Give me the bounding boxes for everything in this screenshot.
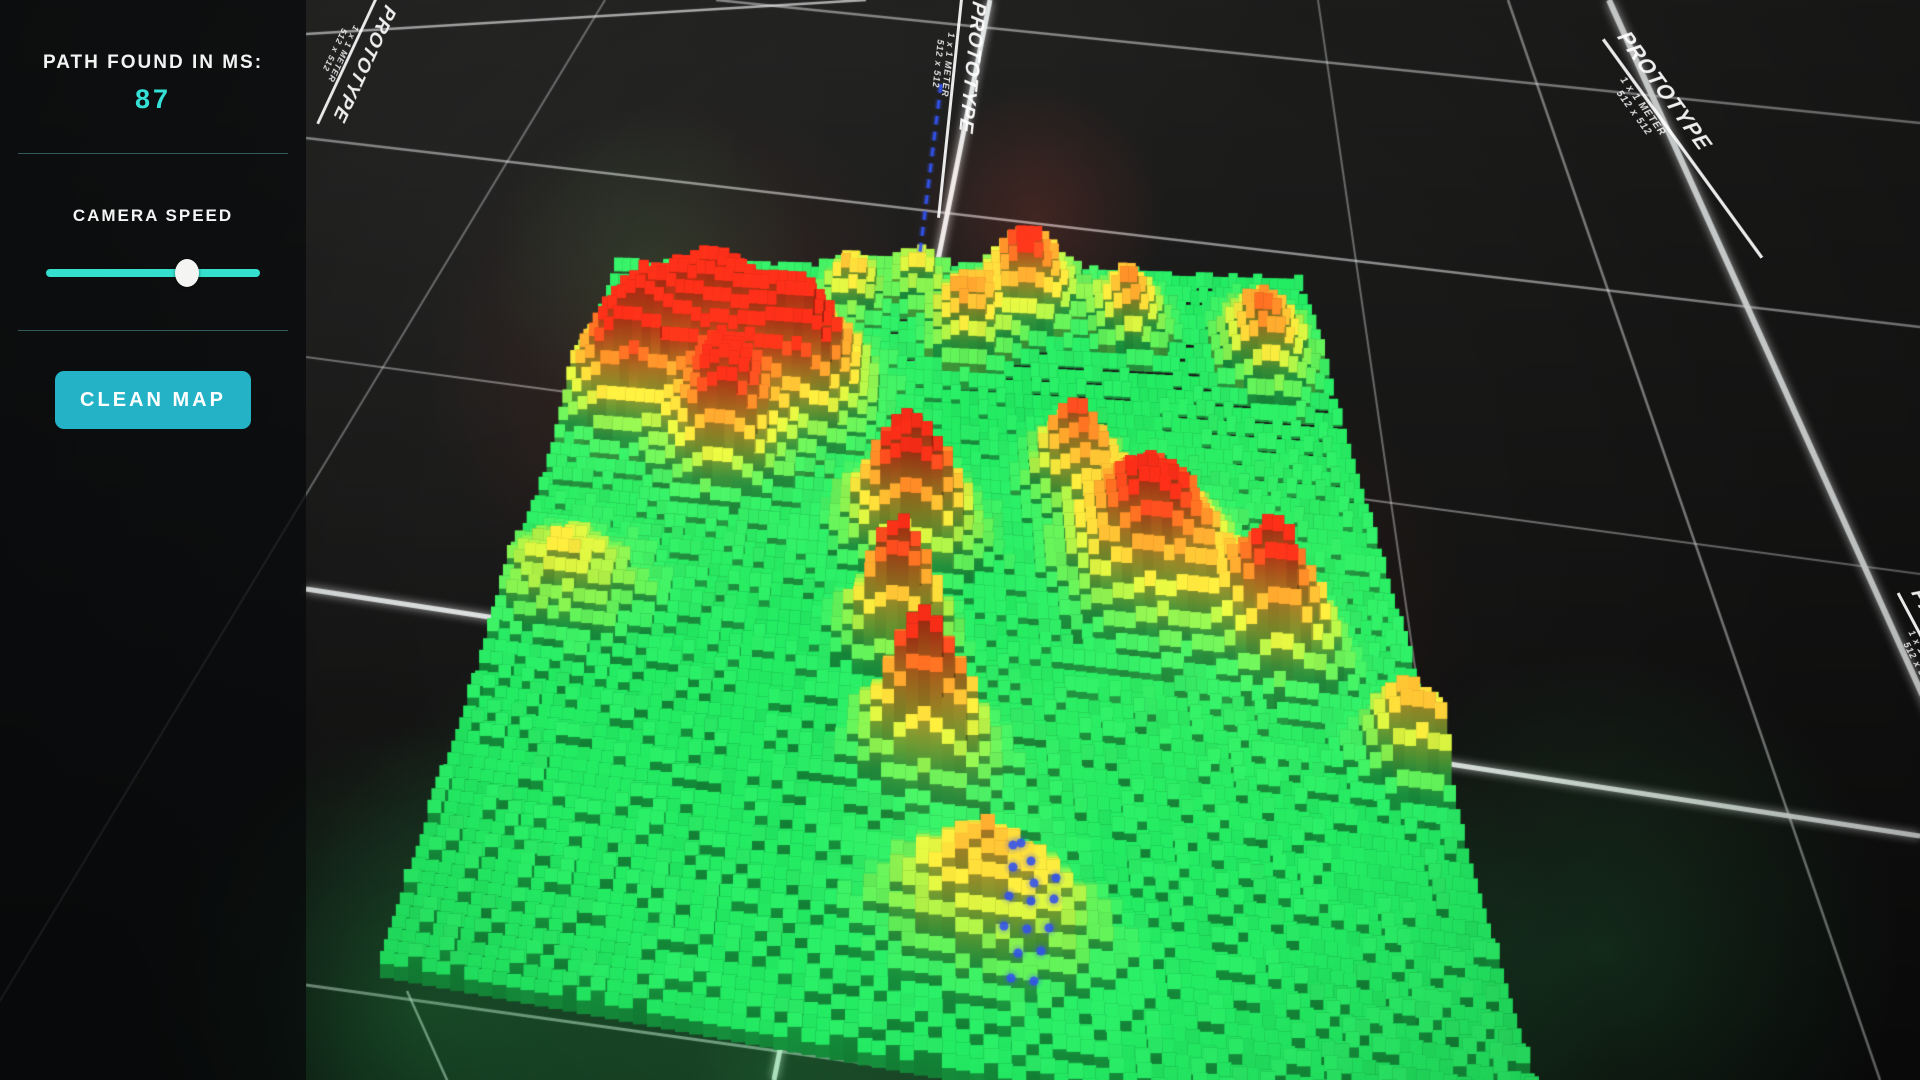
slider-track[interactable]	[46, 269, 260, 277]
panel-divider	[18, 153, 288, 154]
camera-speed-slider[interactable]	[46, 258, 260, 288]
clean-map-button[interactable]: CLEAN MAP	[55, 371, 251, 429]
app-viewport: PROTOTYPE1 x 1 METER512 x 512PROTOTYPE1 …	[0, 0, 1920, 1080]
path-time-value: 87	[0, 84, 306, 115]
control-panel: PATH FOUND IN MS: 87 CAMERA SPEED CLEAN …	[0, 0, 306, 1080]
camera-speed-label: CAMERA SPEED	[0, 206, 306, 226]
panel-divider	[18, 330, 288, 331]
path-time-label: PATH FOUND IN MS:	[0, 52, 306, 74]
slider-thumb[interactable]	[175, 259, 199, 287]
